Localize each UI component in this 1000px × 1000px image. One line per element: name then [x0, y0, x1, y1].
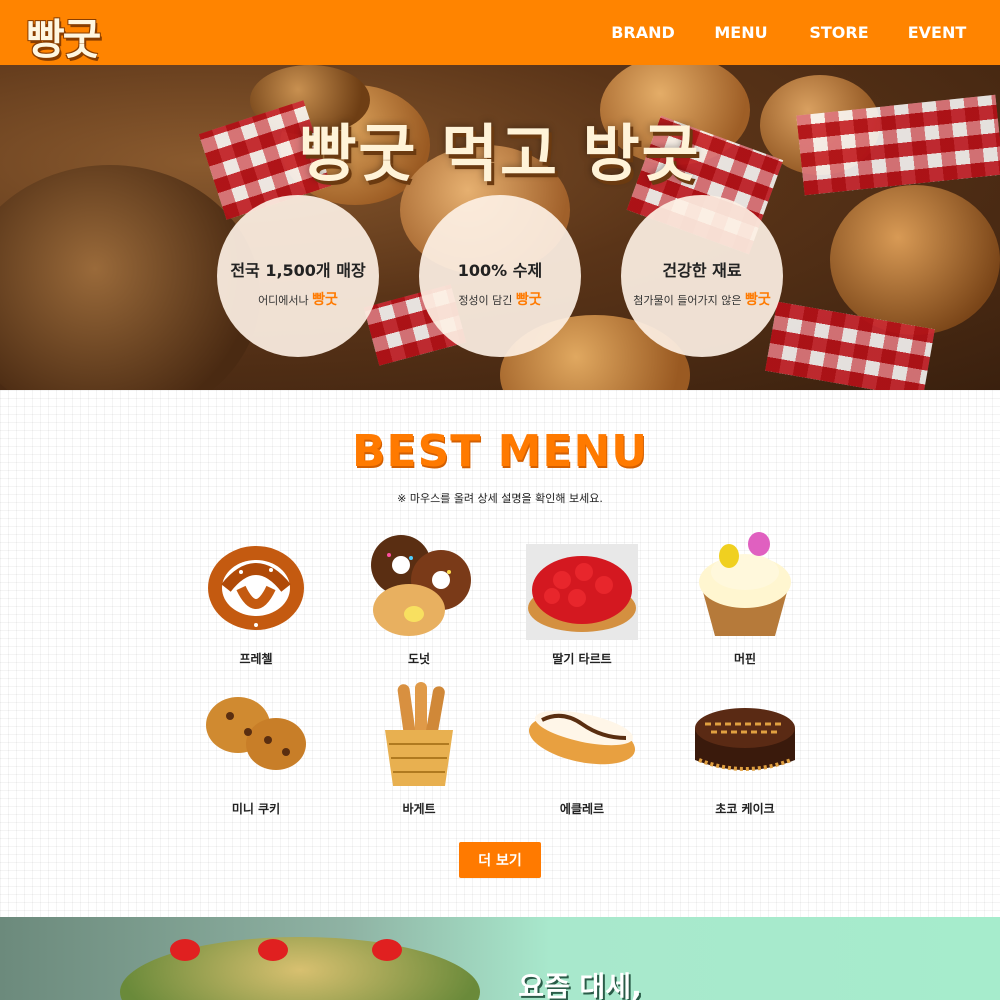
eclair-image — [522, 680, 642, 790]
nav-brand[interactable]: BRAND — [594, 0, 692, 65]
feature-ingredients: 건강한 재료 첨가물이 들어가지 않은 빵굿 — [621, 195, 783, 357]
best-menu-subtitle: ※ 마우스를 올려 상세 설명을 확인해 보세요. — [397, 492, 603, 505]
menu-item-name: 머핀 — [733, 652, 757, 666]
feature-title: 건강한 재료 — [662, 261, 742, 280]
baguette-image — [359, 680, 479, 790]
menu-item-muffin[interactable]: 머핀 — [685, 530, 805, 667]
menu-item-strawberry-tart[interactable]: 딸기 타르트 — [522, 530, 642, 667]
banner-headline: 요즘 대세, — [518, 970, 642, 1000]
bread-roll-decoration — [830, 185, 1000, 335]
feature-subtitle: 첨가물이 들어가지 않은 빵굿 — [633, 292, 771, 308]
nav-store[interactable]: STORE — [790, 0, 888, 65]
feature-title: 전국 1,500개 매장 — [230, 261, 366, 280]
cherry-decoration — [258, 939, 288, 961]
best-menu-title: BEST MENU — [351, 426, 648, 477]
site-logo[interactable]: 빵굿 — [26, 6, 101, 67]
strawberry-tart-image — [522, 530, 642, 640]
menu-item-name: 에클레르 — [559, 802, 605, 816]
menu-item-name: 딸기 타르트 — [552, 652, 612, 666]
site-header: 빵굿 BRAND MENU STORE EVENT — [0, 0, 1000, 65]
best-menu-section: BEST MENU ※ 마우스를 올려 상세 설명을 확인해 보세요. 프레첼 … — [0, 390, 1000, 917]
menu-item-donut[interactable]: 도넛 — [359, 530, 479, 667]
menu-item-name: 도넛 — [407, 652, 431, 666]
feature-subtitle: 어디에서나 빵굿 — [258, 292, 338, 308]
menu-item-cookie[interactable]: 미니 쿠키 — [196, 680, 316, 817]
muffin-image — [685, 530, 805, 640]
hero-banner: 빵굿 먹고 방긋 전국 1,500개 매장 어디에서나 빵굿 100% 수제 정… — [0, 65, 1000, 390]
menu-item-name: 초코 케이크 — [715, 802, 775, 816]
menu-item-name: 미니 쿠키 — [231, 802, 281, 816]
menu-item-name: 바게트 — [402, 802, 436, 816]
menu-item-chocolate-cake[interactable]: 초코 케이크 — [685, 680, 805, 817]
menu-item-name: 프레첼 — [239, 652, 273, 666]
menu-item-baguette[interactable]: 바게트 — [359, 680, 479, 817]
cherry-decoration — [170, 939, 200, 961]
more-button[interactable]: 더 보기 — [459, 842, 541, 878]
feature-handmade: 100% 수제 정성이 담긴 빵굿 — [419, 195, 581, 357]
main-nav: BRAND MENU STORE EVENT — [594, 0, 1000, 65]
cherry-decoration — [372, 939, 402, 961]
menu-item-pretzel[interactable]: 프레첼 — [196, 530, 316, 667]
feature-stores: 전국 1,500개 매장 어디에서나 빵굿 — [217, 195, 379, 357]
trend-banner: 요즘 대세, — [0, 917, 1000, 1000]
chocolate-cake-image — [685, 680, 805, 790]
pretzel-image — [196, 530, 316, 640]
feature-subtitle: 정성이 담긴 빵굿 — [458, 292, 542, 308]
feature-title: 100% 수제 — [457, 261, 543, 280]
nav-event[interactable]: EVENT — [888, 0, 1000, 65]
hero-title: 빵굿 먹고 방긋 — [299, 117, 701, 190]
donut-image — [359, 530, 479, 640]
cookie-image — [196, 680, 316, 790]
nav-menu[interactable]: MENU — [692, 0, 790, 65]
menu-item-eclair[interactable]: 에클레르 — [522, 680, 642, 817]
